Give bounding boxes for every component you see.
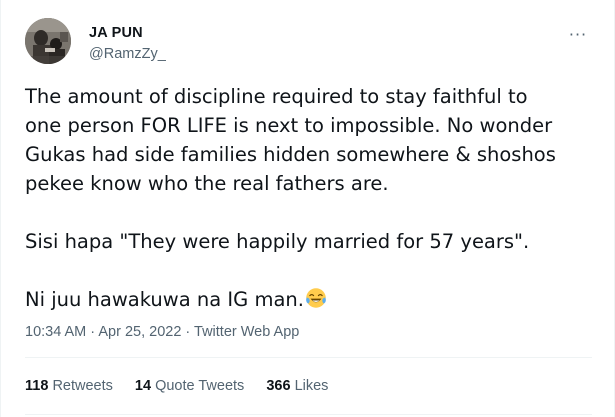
likes-stat[interactable]: 366 Likes [266, 376, 328, 396]
tweet-line: The amount of discipline required to sta… [25, 85, 528, 108]
meta-separator: · [181, 324, 195, 340]
display-name[interactable]: JA PUN [89, 24, 166, 42]
tweet-time[interactable]: 10:34 AM [25, 324, 86, 340]
face-with-tears-of-joy-icon [306, 288, 326, 308]
tweet-date[interactable]: Apr 25, 2022 [98, 324, 181, 340]
engagement-stats: 118 Retweets 14 Quote Tweets 366 Likes [25, 376, 346, 396]
user-info: JA PUN @RamzZy_ [89, 24, 166, 63]
divider [25, 414, 592, 415]
retweets-stat[interactable]: 118 Retweets [25, 376, 113, 396]
user-handle[interactable]: @RamzZy_ [89, 45, 166, 63]
ellipsis-icon: ··· [568, 24, 588, 44]
quote-tweets-count: 14 [134, 378, 152, 394]
tweet-card: JA PUN @RamzZy_ ··· The amount of discip… [0, 0, 615, 417]
retweets-count: 118 [25, 378, 49, 394]
divider [25, 357, 592, 358]
tweet-metadata: 10:34 AM · Apr 25, 2022 · Twitter Web Ap… [25, 322, 299, 342]
retweets-label: Retweets [52, 378, 113, 394]
likes-label: Likes [294, 378, 329, 394]
tweet-source[interactable]: Twitter Web App [194, 324, 299, 340]
tweet-line-with-emoji: Ni juu hawakuwa na IG man. [25, 285, 610, 314]
tweet-line: Ni juu hawakuwa na IG man. [25, 288, 304, 311]
likes-count: 366 [266, 378, 291, 394]
tweet-line: Gukas had side families hidden somewhere… [25, 143, 556, 166]
quote-tweets-label: Quote Tweets [155, 378, 245, 394]
avatar[interactable] [25, 18, 71, 64]
tweet-text: The amount of discipline required to sta… [25, 82, 610, 314]
tweet-line: Sisi hapa "They were happily married for… [25, 230, 530, 253]
meta-separator: · [86, 324, 99, 340]
more-options-button[interactable]: ··· [566, 22, 590, 46]
tweet-line: one person FOR LIFE is next to impossibl… [25, 114, 553, 137]
tweet-header: JA PUN @RamzZy_ ··· [17, 16, 600, 64]
quote-tweets-stat[interactable]: 14 Quote Tweets [135, 376, 244, 396]
profile-photo-icon [25, 18, 71, 64]
tweet-line: pekee know who the real fathers are. [25, 172, 389, 195]
